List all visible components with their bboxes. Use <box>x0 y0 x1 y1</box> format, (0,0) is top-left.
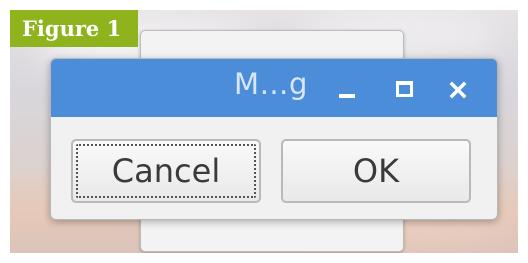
cancel-button[interactable]: Cancel <box>71 139 261 203</box>
ok-button-label: OK <box>352 152 400 190</box>
close-icon[interactable] <box>443 73 473 103</box>
dialog-titlebar[interactable]: M…g <box>51 59 497 117</box>
message-dialog: M…g Cancel OK <box>50 58 498 220</box>
cancel-button-label: Cancel <box>111 152 221 190</box>
ok-button[interactable]: OK <box>281 139 471 203</box>
maximize-icon[interactable] <box>389 73 419 103</box>
dialog-title: M…g <box>234 67 308 101</box>
figure-label: Figure 1 <box>10 10 138 47</box>
minimize-icon[interactable] <box>333 73 363 103</box>
